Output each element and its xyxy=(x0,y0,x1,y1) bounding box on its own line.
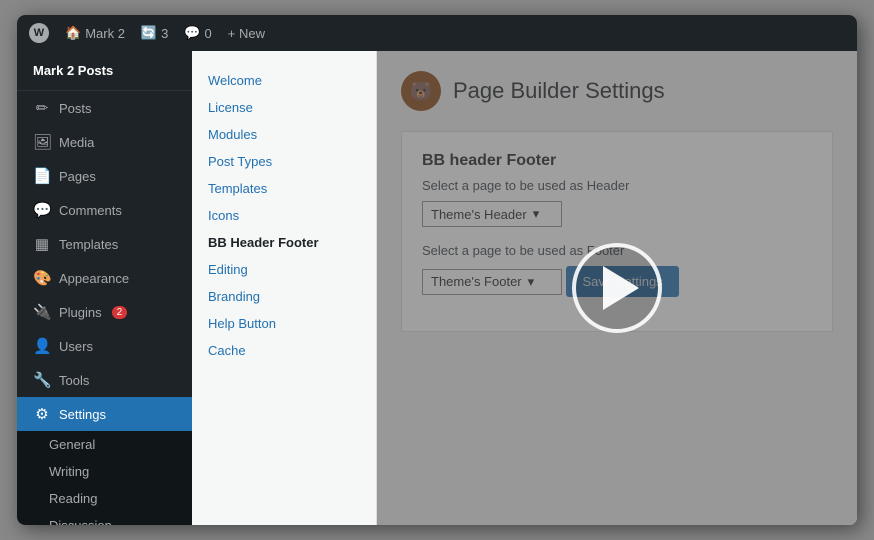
appearance-label: Appearance xyxy=(59,271,129,286)
settings-label: Settings xyxy=(59,407,106,422)
content-area: Welcome License Modules Post Types Templ… xyxy=(192,51,857,525)
templates-icon: ▦ xyxy=(33,235,51,253)
media-icon: 🖼 xyxy=(33,133,51,151)
play-button[interactable] xyxy=(572,243,662,333)
wp-logo-icon: W xyxy=(29,23,49,43)
users-label: Users xyxy=(59,339,93,354)
pages-label: Pages xyxy=(59,169,96,184)
pb-nav-branding[interactable]: Branding xyxy=(192,283,376,310)
pb-nav-post-types[interactable]: Post Types xyxy=(192,148,376,175)
site-name: Mark 2 xyxy=(85,26,125,41)
pb-nav-icons[interactable]: Icons xyxy=(192,202,376,229)
wp-logo-button[interactable]: W xyxy=(29,23,49,43)
submenu-discussion[interactable]: Discussion xyxy=(17,512,192,525)
sidebar-item-plugins[interactable]: 🔌 Plugins 2 xyxy=(17,295,192,329)
submenu-writing[interactable]: Writing xyxy=(17,458,192,485)
home-icon: 🏠 xyxy=(65,25,81,41)
comments-nav-label: Comments xyxy=(59,203,122,218)
pb-nav-bb-header-footer[interactable]: BB Header Footer xyxy=(192,229,376,256)
templates-label: Templates xyxy=(59,237,118,252)
new-label: + New xyxy=(228,26,265,41)
pb-nav-modules[interactable]: Modules xyxy=(192,121,376,148)
posts-icon: ✏ xyxy=(33,99,51,117)
sidebar-item-users[interactable]: 👤 Users xyxy=(17,329,192,363)
pb-main: 🐻 Page Builder Settings BB header Footer… xyxy=(377,51,857,525)
pb-nav-templates[interactable]: Templates xyxy=(192,175,376,202)
comments-icon: 💬 xyxy=(184,25,200,41)
submenu-general[interactable]: General xyxy=(17,431,192,458)
appearance-icon: 🎨 xyxy=(33,269,51,287)
site-title-text: Mark 2 Posts xyxy=(33,63,113,78)
pb-nav-editing[interactable]: Editing xyxy=(192,256,376,283)
pb-subnav: Welcome License Modules Post Types Templ… xyxy=(192,51,377,525)
updates-button[interactable]: 🔄 3 xyxy=(141,25,168,41)
updates-icon: 🔄 xyxy=(141,25,157,41)
sidebar-site-title: Mark 2 Posts xyxy=(17,51,192,91)
play-triangle-icon xyxy=(603,266,639,310)
comments-button[interactable]: 💬 0 xyxy=(184,25,211,41)
plugins-label: Plugins xyxy=(59,305,102,320)
plugins-icon: 🔌 xyxy=(33,303,51,321)
pages-icon: 📄 xyxy=(33,167,51,185)
users-icon: 👤 xyxy=(33,337,51,355)
media-label: Media xyxy=(59,135,94,150)
comments-nav-icon: 💬 xyxy=(33,201,51,219)
site-name-button[interactable]: 🏠 Mark 2 xyxy=(65,25,125,41)
submenu-reading[interactable]: Reading xyxy=(17,485,192,512)
sidebar-item-appearance[interactable]: 🎨 Appearance xyxy=(17,261,192,295)
settings-submenu: General Writing Reading Discussion Media… xyxy=(17,431,192,525)
video-overlay[interactable] xyxy=(377,51,857,525)
sidebar-item-media[interactable]: 🖼 Media xyxy=(17,125,192,159)
plugins-badge: 2 xyxy=(112,306,128,319)
sidebar: Mark 2 Posts ✏ Posts 🖼 Media 📄 Pages 💬 C… xyxy=(17,51,192,525)
new-content-button[interactable]: + New xyxy=(228,26,265,41)
posts-label: Posts xyxy=(59,101,92,116)
settings-icon: ⚙ xyxy=(33,405,51,423)
updates-count: 3 xyxy=(161,26,168,41)
tools-label: Tools xyxy=(59,373,89,388)
tools-icon: 🔧 xyxy=(33,371,51,389)
sidebar-item-posts[interactable]: ✏ Posts xyxy=(17,91,192,125)
sidebar-item-tools[interactable]: 🔧 Tools xyxy=(17,363,192,397)
pb-nav-welcome[interactable]: Welcome xyxy=(192,67,376,94)
sidebar-item-pages[interactable]: 📄 Pages xyxy=(17,159,192,193)
admin-bar: W 🏠 Mark 2 🔄 3 💬 0 + New xyxy=(17,15,857,51)
pb-nav-help-button[interactable]: Help Button xyxy=(192,310,376,337)
pb-nav-cache[interactable]: Cache xyxy=(192,337,376,364)
pb-nav-license[interactable]: License xyxy=(192,94,376,121)
sidebar-item-templates[interactable]: ▦ Templates xyxy=(17,227,192,261)
comments-count: 0 xyxy=(205,26,212,41)
sidebar-item-settings[interactable]: ⚙ Settings xyxy=(17,397,192,431)
sidebar-item-comments[interactable]: 💬 Comments xyxy=(17,193,192,227)
